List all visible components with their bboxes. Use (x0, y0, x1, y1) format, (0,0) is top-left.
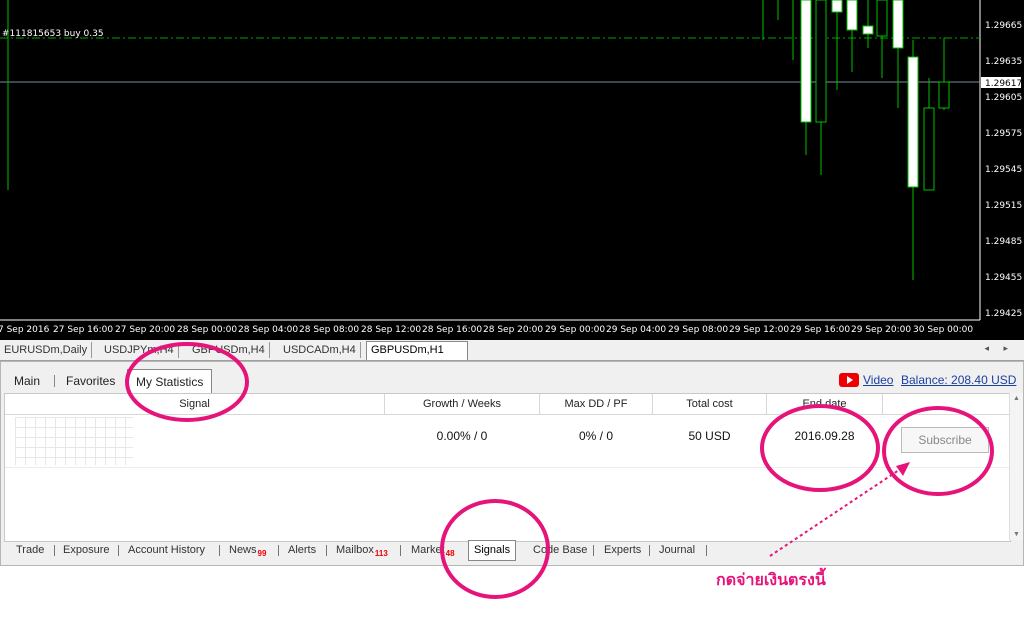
tab-market-label: Market (411, 544, 445, 556)
balance-link[interactable]: Balance: 208.40 USD (901, 373, 1016, 387)
time-axis-label: 29 Sep 00:00 (545, 325, 605, 335)
scroll-up-icon[interactable]: ▲ (1013, 395, 1020, 402)
price-axis-label: 1.29455 (985, 273, 1022, 283)
price-axis-label: 1.29635 (985, 57, 1022, 67)
tab-news[interactable]: News99 (224, 542, 271, 558)
chart-tab-bar: EURUSDm,Daily USDJPYm,H4 GBPUSDm,H4 USDC… (0, 340, 1024, 361)
time-axis-label: 28 Sep 04:00 (238, 325, 298, 335)
tab-divider (593, 545, 594, 556)
market-count-badge: 48 (445, 549, 455, 558)
time-axis-label: 27 Sep 20:00 (115, 325, 175, 335)
time-axis-label: 30 Sep 00:00 (913, 325, 973, 335)
subscribe-button[interactable]: Subscribe (901, 427, 989, 453)
time-axis-label: 28 Sep 20:00 (483, 325, 543, 335)
tab-mailbox-label: Mailbox (336, 544, 374, 556)
price-chart[interactable]: #111815653 buy 0.35 1.29617 1.29665 1.296… (0, 0, 1024, 340)
mailbox-count-badge: 113 (374, 549, 388, 558)
current-price-label: 1.29617 (985, 79, 1022, 89)
order-line-label: #111815653 buy 0.35 (2, 29, 104, 39)
col-header-end-date[interactable]: End date (767, 394, 883, 415)
chart-tab-gbpusd-h4[interactable]: GBPUSDm,H4 (188, 342, 270, 358)
time-axis-label: 29 Sep 12:00 (729, 325, 789, 335)
time-axis-label: 29 Sep 04:00 (606, 325, 666, 335)
tab-divider (118, 545, 119, 556)
time-axis-label: 29 Sep 16:00 (790, 325, 850, 335)
col-header-action (883, 394, 1010, 415)
cell-end-date: 2016.09.28 (794, 429, 855, 443)
cell-total-cost: 50 USD (688, 429, 731, 443)
tab-market[interactable]: Market48 (406, 542, 460, 558)
price-axis-label: 1.29515 (985, 201, 1022, 211)
chart-tab-usdjpy-h4[interactable]: USDJPYm,H4 (100, 342, 179, 358)
tab-divider (278, 545, 279, 556)
video-link[interactable]: Video (863, 373, 893, 387)
chart-tab-gbpusd-h1[interactable]: GBPUSDm,H1 (366, 341, 468, 360)
col-header-maxdd[interactable]: Max DD / PF (540, 394, 653, 415)
chart-tab-usdcad-h4[interactable]: USDCADm,H4 (279, 342, 361, 358)
signals-panel: Main Favorites My Statistics Video Balan… (0, 361, 1024, 566)
tab-trade[interactable]: Trade (11, 542, 49, 558)
scroll-down-icon[interactable]: ▼ (1013, 531, 1020, 538)
news-count-badge: 99 (257, 549, 267, 558)
time-axis-label: 7 Sep 2016 (0, 325, 50, 335)
signals-table: Signal Growth / Weeks Max DD / PF Total … (4, 393, 1011, 542)
signal-thumbnail[interactable] (15, 417, 133, 465)
candles (762, 0, 950, 280)
cell-maxdd: 0% / 0 (578, 429, 614, 443)
time-axis-label: 28 Sep 08:00 (299, 325, 359, 335)
time-axis-label: 29 Sep 20:00 (851, 325, 911, 335)
tab-exposure[interactable]: Exposure (58, 542, 114, 558)
price-axis-label: 1.29425 (985, 309, 1022, 319)
price-axis-label: 1.29575 (985, 129, 1022, 139)
time-axis-label: 28 Sep 16:00 (422, 325, 482, 335)
chart-canvas: #111815653 buy 0.35 1.29617 1.29665 1.296… (0, 0, 1022, 335)
tab-account-history[interactable]: Account History (123, 542, 210, 558)
cell-growth: 0.00% / 0 (436, 429, 488, 443)
subtab-favorites[interactable]: Favorites (58, 369, 123, 391)
tab-signals[interactable]: Signals (468, 540, 517, 561)
time-axis-label: 29 Sep 08:00 (668, 325, 728, 335)
price-axis-label: 1.29545 (985, 165, 1022, 175)
price-axis-label: 1.29665 (985, 21, 1022, 31)
tab-divider (649, 545, 650, 556)
tab-news-label: News (229, 544, 257, 556)
chart-tab-eurusd-daily[interactable]: EURUSDm,Daily (0, 342, 93, 358)
row-divider (5, 467, 1010, 468)
time-axis-label: 28 Sep 00:00 (177, 325, 237, 335)
annotation-note: กดจ่ายเงินตรงนี้ (716, 570, 826, 589)
tab-code-base[interactable]: Code Base (528, 542, 592, 558)
subtab-divider (54, 375, 55, 387)
col-header-growth[interactable]: Growth / Weeks (385, 394, 540, 415)
video-icon[interactable] (839, 373, 859, 387)
tab-divider (54, 545, 55, 556)
tab-journal[interactable]: Journal (654, 542, 700, 558)
tab-alerts[interactable]: Alerts (283, 542, 321, 558)
terminal-tabs: Trade Exposure Account History News99 Al… (1, 540, 1023, 562)
subtab-my-statistics[interactable]: My Statistics (127, 369, 213, 394)
tab-scroll-arrows-icon[interactable]: ◂ ▸ (984, 343, 1014, 354)
col-header-total-cost[interactable]: Total cost (653, 394, 767, 415)
time-axis-label: 27 Sep 16:00 (53, 325, 113, 335)
tab-divider (326, 545, 327, 556)
tab-divider (706, 545, 707, 556)
subtab-main[interactable]: Main (6, 369, 48, 391)
col-header-signal[interactable]: Signal (5, 394, 385, 415)
tab-mailbox[interactable]: Mailbox113 (331, 542, 393, 558)
vertical-scrollbar[interactable]: ▲ ▼ (1009, 393, 1023, 540)
tab-divider (219, 545, 220, 556)
tab-divider (400, 545, 401, 556)
time-axis-label: 28 Sep 12:00 (361, 325, 421, 335)
price-axis-label: 1.29605 (985, 93, 1022, 103)
tab-experts[interactable]: Experts (599, 542, 646, 558)
price-axis-label: 1.29485 (985, 237, 1022, 247)
